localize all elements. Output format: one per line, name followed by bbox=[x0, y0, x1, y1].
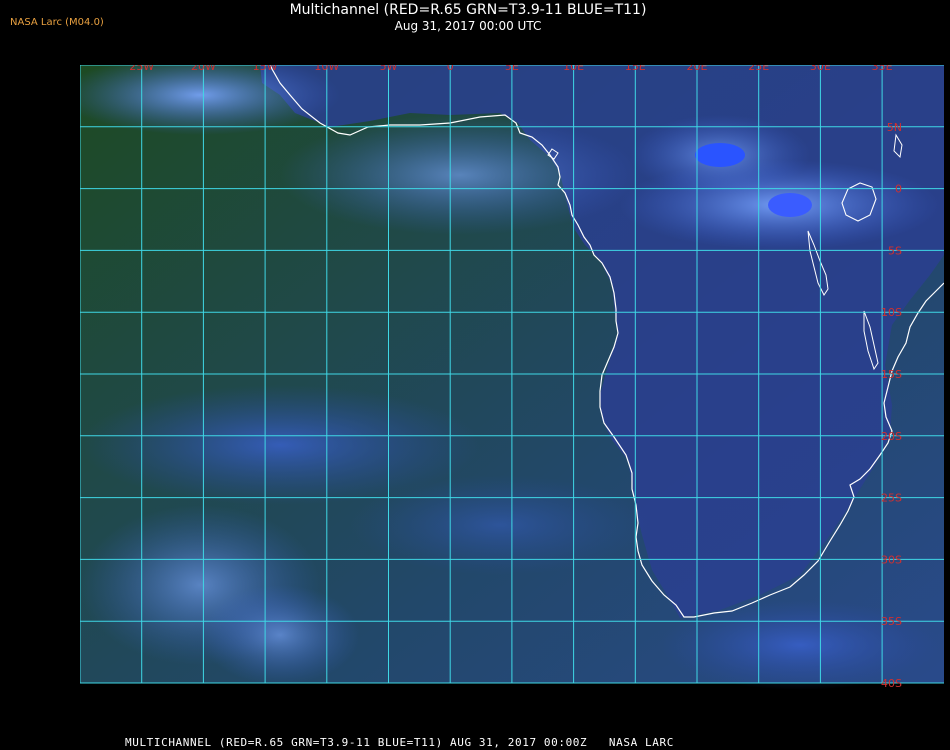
longitude-label: 10E bbox=[563, 65, 584, 73]
longitude-label: 20E bbox=[687, 65, 708, 73]
latitude-label: 35S bbox=[881, 615, 902, 628]
longitude-label: 15E bbox=[625, 65, 646, 73]
cloud-band bbox=[200, 585, 360, 685]
cloud-band bbox=[280, 115, 640, 235]
latitude-label: 40S bbox=[881, 677, 902, 690]
longitude-label: 30E bbox=[810, 65, 831, 73]
longitude-label: 15W bbox=[253, 65, 278, 73]
latitude-label: 10S bbox=[881, 306, 902, 319]
image-datetime: Aug 31, 2017 00:00 UTC bbox=[394, 19, 542, 33]
latitude-label: 15S bbox=[881, 368, 902, 381]
longitude-label: 25E bbox=[748, 65, 769, 73]
convective-cell bbox=[695, 143, 745, 167]
latitude-label: 5N bbox=[887, 121, 902, 134]
longitude-label: 5W bbox=[380, 65, 398, 73]
latitude-label: 25S bbox=[881, 492, 902, 505]
cloud-band bbox=[350, 475, 650, 575]
longitude-label: 10W bbox=[314, 65, 339, 73]
convective-cell bbox=[768, 193, 812, 217]
longitude-label: 25W bbox=[129, 65, 154, 73]
image-title: Multichannel (RED=R.65 GRN=T3.9-11 BLUE=… bbox=[289, 2, 647, 18]
longitude-label: 20W bbox=[191, 65, 216, 73]
longitude-label: 5E bbox=[505, 65, 519, 73]
longitude-label: 0 bbox=[447, 65, 454, 73]
latitude-label: 0 bbox=[895, 183, 902, 196]
longitude-label: 35E bbox=[872, 65, 893, 73]
footer-caption: MULTICHANNEL (RED=R.65 GRN=T3.9-11 BLUE=… bbox=[125, 736, 674, 749]
satellite-image: 25W 20W 15W 10W 5W 0 5E 10E 15E 20E 25E 30E 35E 5N 0 5… bbox=[60, 42, 945, 727]
latitude-label: 30S bbox=[881, 553, 902, 566]
latitude-label: 20S bbox=[881, 430, 902, 443]
satellite-map: 25W 20W 15W 10W 5W 0 5E 10E 15E 20E 25E 30E 35E 5N 0 5… bbox=[60, 42, 945, 727]
latitude-label: 5S bbox=[888, 244, 902, 257]
